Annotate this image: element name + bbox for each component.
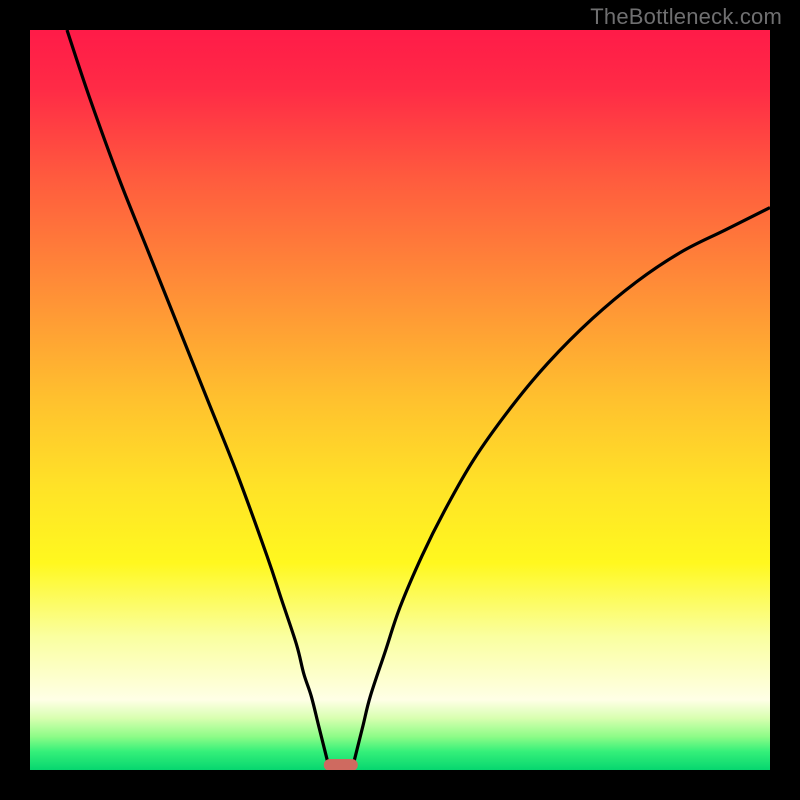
bottleneck-marker (324, 759, 358, 770)
chart-svg (30, 30, 770, 770)
chart-plot-area (30, 30, 770, 770)
gradient-background (30, 30, 770, 770)
source-watermark: TheBottleneck.com (590, 4, 782, 30)
chart-frame: TheBottleneck.com (0, 0, 800, 800)
